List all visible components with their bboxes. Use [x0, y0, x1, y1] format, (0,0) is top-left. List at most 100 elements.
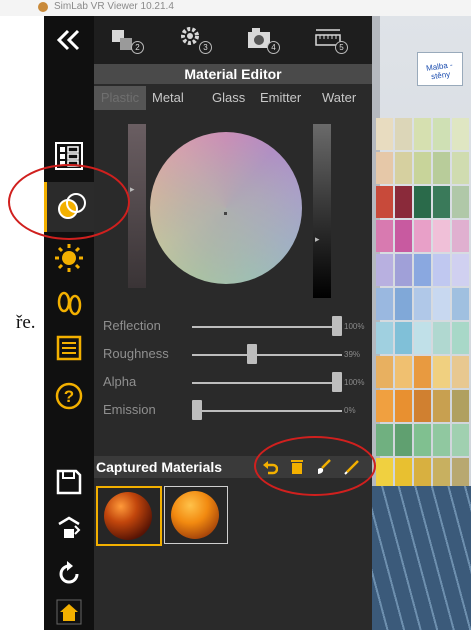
material-type-tabs: Plastic Metal Glass Emitter Water: [94, 86, 372, 110]
paint-swatch: [414, 424, 431, 456]
reset-button[interactable]: [44, 552, 94, 596]
alpha-slider-knob[interactable]: [332, 372, 342, 392]
tab-metal[interactable]: Metal: [152, 86, 184, 110]
annotation-oval-materials: [8, 164, 130, 240]
paint-swatch: [395, 356, 412, 388]
tab-badge: 4: [267, 41, 280, 54]
walk-button[interactable]: [44, 282, 94, 326]
bar-marker-left: ▸: [130, 184, 135, 194]
roughness-value: 39%: [344, 350, 361, 359]
tab-settings[interactable]: 3: [172, 20, 216, 60]
window-title: SimLab VR Viewer 10.21.4: [54, 1, 174, 12]
emission-value: 0%: [344, 406, 356, 415]
paint-swatch: [395, 152, 412, 184]
roughness-label: Roughness: [103, 346, 169, 361]
notes-button[interactable]: [44, 326, 94, 370]
tab-camera[interactable]: 4: [240, 20, 284, 60]
paint-swatch: [376, 424, 393, 456]
save-icon: [56, 469, 82, 495]
paint-swatch: [433, 356, 450, 388]
paint-swatch: [376, 390, 393, 422]
paint-swatch: [376, 322, 393, 354]
material-sphere: [104, 492, 152, 540]
reflection-slider-knob[interactable]: [332, 316, 342, 336]
help-button[interactable]: ?: [44, 374, 94, 418]
paint-swatch: [395, 118, 412, 150]
paint-swatch: [414, 322, 431, 354]
scene-floor: [372, 486, 471, 630]
sun-icon: [55, 244, 83, 272]
reflection-label: Reflection: [103, 318, 161, 333]
roughness-slider[interactable]: [192, 354, 342, 356]
emission-slider-knob[interactable]: [192, 400, 202, 420]
captured-material-thumb[interactable]: [96, 486, 162, 546]
paint-swatch: [452, 390, 469, 422]
paint-swatch: [414, 220, 431, 252]
scene-sign: Malba - stěny: [417, 52, 463, 86]
hue-bar[interactable]: ▸: [128, 124, 146, 288]
paint-swatch: [395, 186, 412, 218]
paint-swatch: [414, 118, 431, 150]
brightness-bar[interactable]: ▸: [313, 124, 331, 298]
export-button[interactable]: [44, 506, 94, 550]
double-chevron-left-icon: [56, 29, 80, 51]
window-title-bar: SimLab VR Viewer 10.21.4: [0, 0, 471, 16]
paint-swatch: [433, 220, 450, 252]
annotation-oval-actions: [254, 436, 376, 496]
paint-swatch: [452, 288, 469, 320]
tab-water[interactable]: Water: [322, 86, 356, 110]
lighting-button[interactable]: [44, 236, 94, 280]
export-cube-icon: [58, 516, 81, 538]
emission-label: Emission: [103, 402, 156, 417]
paint-swatch: [452, 186, 469, 218]
paint-swatch: [376, 186, 393, 218]
paint-swatch: [414, 390, 431, 422]
paint-swatch: [452, 118, 469, 150]
paint-swatch: [452, 152, 469, 184]
paint-swatch: [452, 424, 469, 456]
tab-badge: 3: [199, 41, 212, 54]
footprints-icon: [57, 291, 82, 316]
captured-material-thumb[interactable]: [164, 486, 228, 544]
paint-swatch: [414, 356, 431, 388]
home-icon: [56, 599, 82, 625]
tab-measure[interactable]: 5: [308, 20, 352, 60]
tab-badge: 5: [335, 41, 348, 54]
paint-swatch: [395, 254, 412, 286]
paint-swatch: [433, 186, 450, 218]
app-icon: [38, 2, 48, 12]
paint-swatch: [433, 152, 450, 184]
roughness-slider-knob[interactable]: [246, 344, 257, 364]
emission-slider[interactable]: [192, 410, 342, 412]
background-document-text: ře.: [16, 312, 36, 333]
home-button[interactable]: [44, 594, 94, 630]
vertical-toolbar: ?: [44, 16, 97, 630]
collapse-button[interactable]: [44, 20, 94, 60]
material-editor-title: Material Editor: [94, 64, 372, 84]
alpha-label: Alpha: [103, 374, 137, 389]
paint-swatch: [395, 322, 412, 354]
tab-plastic[interactable]: Plastic: [94, 86, 146, 110]
color-wheel[interactable]: [150, 132, 302, 284]
tab-objects[interactable]: 2: [104, 20, 148, 60]
reflection-value: 100%: [344, 322, 365, 331]
paint-swatch: [395, 390, 412, 422]
3d-viewport[interactable]: Malba - stěny: [372, 16, 471, 630]
tab-glass[interactable]: Glass: [212, 86, 245, 110]
paint-swatch: [433, 254, 450, 286]
paint-swatch: [376, 118, 393, 150]
save-button[interactable]: [44, 460, 94, 504]
alpha-slider[interactable]: [192, 382, 342, 384]
paint-swatch: [433, 390, 450, 422]
paint-swatch: [452, 254, 469, 286]
reset-icon: [59, 561, 79, 584]
color-picker: ▸ ▸: [94, 110, 372, 310]
paint-swatch: [433, 288, 450, 320]
color-wheel-cursor: [224, 212, 227, 215]
tab-emitter[interactable]: Emitter: [260, 86, 301, 110]
paint-swatch: [433, 322, 450, 354]
paint-swatch: [414, 152, 431, 184]
paint-swatch: [395, 220, 412, 252]
paint-swatch-grid: [376, 118, 471, 498]
reflection-slider[interactable]: [192, 326, 342, 328]
